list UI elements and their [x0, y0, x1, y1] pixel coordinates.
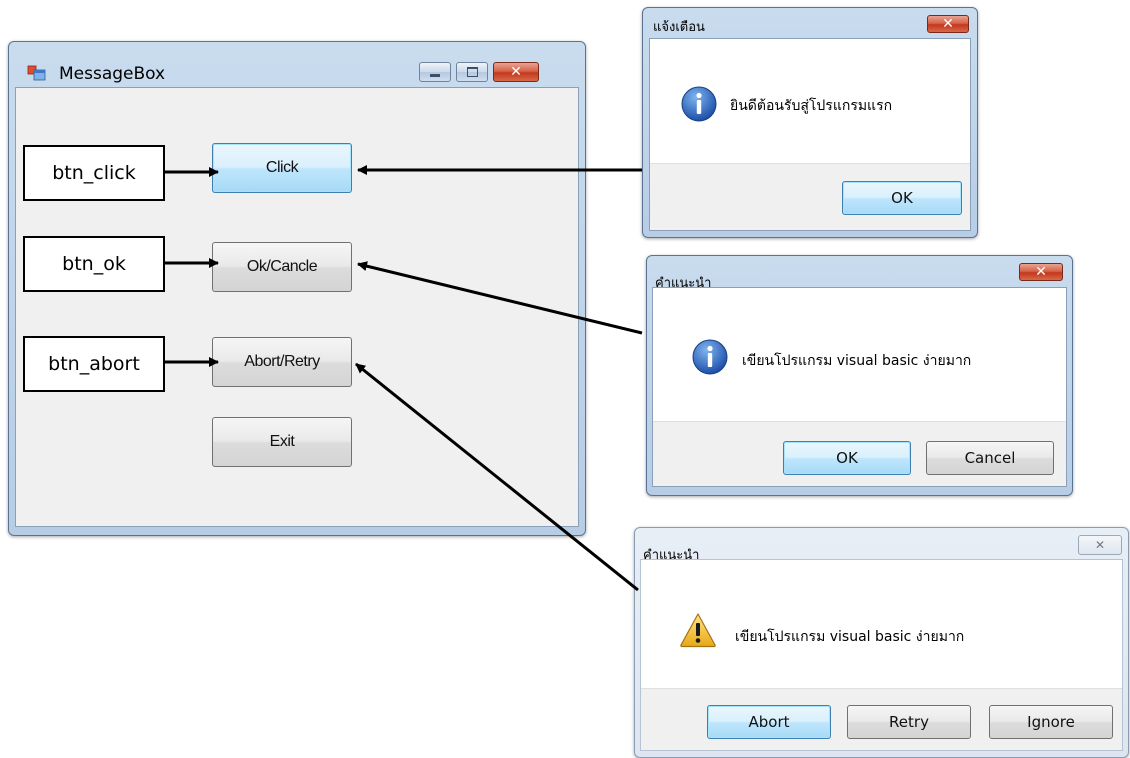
arrow-abort-dialog	[355, 362, 639, 592]
annotation-arrows	[165, 165, 643, 592]
arrow-okcancel-dialog	[357, 261, 643, 335]
